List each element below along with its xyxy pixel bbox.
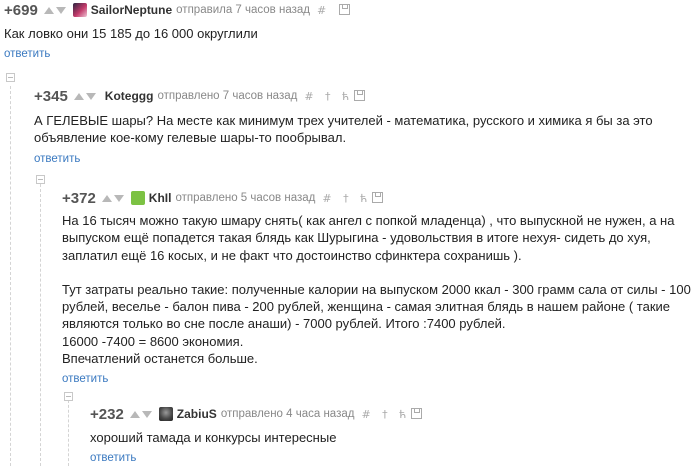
downvote-icon[interactable] (55, 6, 66, 14)
comment-actions[interactable]: # † ћ (304, 89, 366, 103)
comment-body: На 16 тысяч можно такую шмару снять( как… (62, 212, 698, 367)
comment-actions[interactable]: # † ћ (322, 191, 384, 205)
upvote-icon[interactable] (43, 6, 54, 14)
reply-link[interactable]: ответить (62, 373, 108, 385)
comment-header: +345 Koteggg отправлено 7 часов назад # … (34, 86, 696, 106)
thread-line (40, 184, 41, 466)
avatar[interactable] (130, 191, 145, 205)
author-name[interactable]: SailorNeptune (91, 3, 172, 17)
reply-link[interactable]: ответить (4, 48, 50, 60)
rating: +232 (90, 405, 124, 423)
comment-actions[interactable]: # † ћ (361, 407, 423, 421)
downvote-icon[interactable] (141, 410, 152, 418)
comment: +232 ZabiuS отправлено 4 часа назад # † … (90, 404, 696, 465)
vote-buttons (129, 410, 154, 418)
rating: +372 (62, 189, 96, 207)
timestamp: отправлено 7 часов назад (157, 90, 298, 102)
comment-header: +232 ZabiuS отправлено 4 часа назад # † … (90, 404, 696, 424)
comment-body: Как ловко они 15 185 до 16 000 округлили (4, 26, 258, 41)
collapse-toggle[interactable] (64, 392, 73, 401)
comment-header: +372 KhIl отправлено 5 часов назад # † ћ (62, 188, 698, 208)
comment-body: А ГЕЛЕВЫЕ шары? На месте как минимум тре… (34, 113, 653, 146)
reply-link[interactable]: ответить (34, 153, 80, 165)
vote-buttons (101, 194, 126, 202)
save-icon[interactable] (338, 3, 350, 15)
comment: +699 SailorNeptune отправила 7 часов наз… (4, 0, 696, 61)
paragraph: Тут затраты реально такие: полученные ка… (62, 281, 691, 332)
action-icons[interactable]: # † ћ (361, 408, 410, 421)
comment-actions[interactable]: # (317, 3, 350, 17)
collapse-toggle[interactable] (36, 175, 45, 184)
author-name[interactable]: KhIl (149, 191, 172, 205)
comment-header: +699 SailorNeptune отправила 7 часов наз… (4, 0, 696, 20)
comment: +372 KhIl отправлено 5 часов назад # † ћ… (62, 188, 698, 386)
thread-line (10, 86, 11, 466)
author-name[interactable]: ZabiuS (177, 407, 217, 421)
collapse-toggle[interactable] (6, 73, 15, 82)
rating: +345 (34, 87, 68, 105)
avatar[interactable] (158, 407, 173, 421)
action-icons[interactable]: # † ћ (322, 192, 371, 205)
action-icons[interactable]: # † ћ (304, 90, 353, 103)
timestamp: отправлено 4 часа назад (220, 408, 355, 420)
rating: +699 (4, 1, 38, 19)
upvote-icon[interactable] (129, 410, 140, 418)
timestamp: отправила 7 часов назад (176, 4, 310, 16)
thread-line (68, 400, 69, 466)
avatar[interactable] (72, 3, 87, 17)
reply-link[interactable]: ответить (90, 452, 136, 464)
paragraph: 16000 -7400 = 8600 экономия. (62, 333, 244, 349)
vote-buttons (43, 6, 68, 14)
paragraph: На 16 тысяч можно такую шмару снять( как… (62, 213, 675, 263)
upvote-icon[interactable] (101, 194, 112, 202)
paragraph (62, 264, 698, 281)
upvote-icon[interactable] (73, 92, 84, 100)
save-icon[interactable] (372, 191, 384, 203)
paragraph: Впечатлений останется больше. (62, 351, 258, 367)
timestamp: отправлено 5 часов назад (175, 192, 316, 204)
vote-buttons (73, 92, 98, 100)
downvote-icon[interactable] (113, 194, 124, 202)
comment: +345 Koteggg отправлено 7 часов назад # … (34, 86, 696, 166)
comment-body: хороший тамада и конкурсы интересные (90, 430, 337, 445)
author-name[interactable]: Koteggg (105, 89, 154, 103)
save-icon[interactable] (354, 89, 366, 101)
save-icon[interactable] (411, 407, 423, 419)
permalink-icon[interactable]: # (317, 4, 338, 17)
downvote-icon[interactable] (85, 92, 96, 100)
